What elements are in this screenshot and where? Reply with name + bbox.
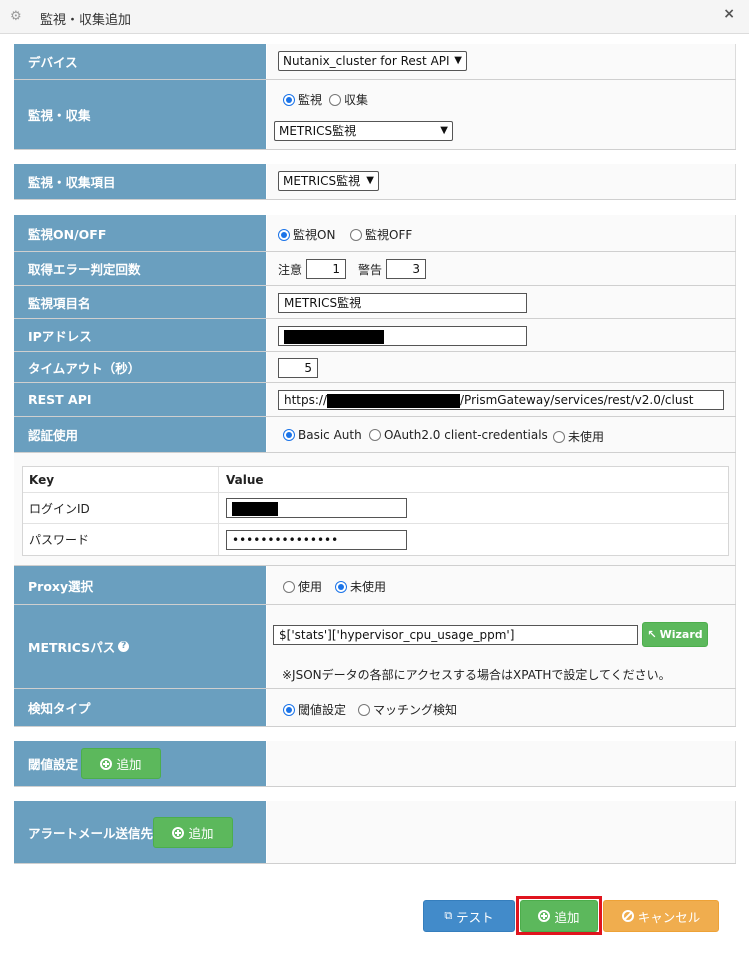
radio-collect-dot[interactable] [329,93,341,106]
dialog-title: 監視・収集追加 [40,13,132,28]
redacted-block [327,393,461,408]
radio-monitor-dot[interactable] [283,93,295,106]
item-select[interactable]: METRICS監視 ▼ [278,171,379,191]
timeout-input[interactable]: 5 [278,358,318,378]
redacted-block [232,501,278,516]
detect-type-row: 検知タイプ 閾値設定 マッチング検知 [14,689,736,727]
onoff-label: 監視ON/OFF [14,215,267,251]
password-input[interactable]: ••••••••••••••• [226,529,407,550]
close-icon[interactable]: × [723,6,735,22]
ban-icon [621,910,634,922]
gear-icon: ⚙ [10,9,22,24]
kv-key-password: パスワード [23,524,219,555]
kv-row-password: パスワード ••••••••••••••• [23,524,728,555]
warning-label: 警告 [358,263,383,277]
caution-label: 注意 [278,263,303,277]
threshold-add-button[interactable]: 追加 [81,748,161,779]
radio-auth-none[interactable]: 未使用 [553,428,604,445]
timeout-label: タイムアウト（秒） [14,352,267,382]
plus-circle-icon [100,757,113,770]
login-id-input[interactable] [226,498,407,518]
item-name-label: 監視項目名 [14,286,267,318]
radio-threshold-dot[interactable] [283,703,295,716]
monitor-collect-label: 監視・収集 [14,80,267,149]
device-select[interactable]: Nutanix_cluster for Rest API ▼ [278,51,467,71]
radio-proxy-use-dot[interactable] [283,580,295,593]
radio-proxy-use[interactable]: 使用 [283,578,322,595]
rest-api-label: REST API [14,383,267,416]
ip-input[interactable] [278,326,527,346]
proxy-label: Proxy選択 [14,566,267,604]
redacted-block [284,329,384,344]
add-button-highlight [516,896,602,935]
device-label: デバイス [14,44,267,79]
kv-header-value: Value [226,472,264,487]
test-button[interactable]: ⧉ テスト [423,900,515,932]
device-row: デバイス Nutanix_cluster for Rest API ▼ [14,44,736,80]
metrics-path-note: ※JSONデータの各部にアクセスする場合はXPATHで設定してください。 [282,668,671,682]
radio-oauth-dot[interactable] [369,429,381,441]
auth-label: 認証使用 [14,417,267,452]
item-label: 監視・収集項目 [14,164,267,199]
monitor-collect-row: 監視・収集 監視 収集 METRICS監視 ▼ [14,80,736,150]
kv-header: Key Value [23,467,728,493]
radio-proxy-nouse-dot[interactable] [335,580,347,593]
alert-add-button[interactable]: 追加 [153,817,233,848]
detect-type-label: 検知タイプ [14,689,267,726]
kv-key-login: ログインID [23,493,219,523]
radio-matching[interactable]: マッチング検知 [358,701,457,718]
auth-kv-table: Key Value ログインID パスワード ••••••••••••••• [22,466,729,556]
radio-oauth[interactable]: OAuth2.0 client-credentials [369,428,548,442]
radio-auth-none-dot[interactable] [553,430,565,443]
radio-basic-auth-dot[interactable] [283,429,295,441]
help-icon[interactable]: ? [118,641,130,652]
plus-circle-icon [172,826,185,839]
kv-header-key: Key [23,467,219,492]
radio-matching-dot[interactable] [358,703,370,716]
alert-mail-row: アラートメール送信先 [14,801,736,864]
caution-input[interactable]: 1 [306,259,346,279]
warning-input[interactable]: 3 [386,259,426,279]
metrics-path-input[interactable]: $['stats']['hypervisor_cpu_usage_ppm'] [273,625,638,645]
radio-monitor-off-dot[interactable] [350,228,362,241]
monitor-type-select[interactable]: METRICS監視 ▼ [274,121,453,141]
cancel-button[interactable]: キャンセル [603,900,719,932]
radio-monitor-off[interactable]: 監視OFF [350,226,412,243]
radio-proxy-nouse[interactable]: 未使用 [335,578,386,595]
wizard-button[interactable]: ↖ Wizard [642,622,708,647]
link-icon: ⧉ [444,909,453,922]
metrics-path-label: METRICSパス? [14,605,267,688]
timeout-row: タイムアウト（秒） 5 [14,352,736,383]
item-name-input[interactable]: METRICS監視 [278,293,527,313]
radio-basic-auth[interactable]: Basic Auth [283,428,362,442]
ip-row: IPアドレス [14,319,736,352]
rest-api-input[interactable]: https:///PrismGateway/services/rest/v2.0… [278,390,724,410]
ip-label: IPアドレス [14,319,267,351]
radio-monitor[interactable]: 監視 [283,91,322,108]
item-row: 監視・収集項目 METRICS監視 ▼ [14,164,736,200]
error-count-label: 取得エラー判定回数 [14,252,267,285]
radio-monitor-on-dot[interactable] [278,228,290,241]
error-count-row: 取得エラー判定回数 注意 1 警告 3 [14,252,736,286]
onoff-row: 監視ON/OFF 監視ON 監視OFF [14,215,736,252]
auth-row: 認証使用 Basic Auth OAuth2.0 client-credenti… [14,417,736,453]
radio-monitor-on[interactable]: 監視ON [278,226,335,243]
radio-collect[interactable]: 収集 [329,91,368,108]
dialog-titlebar: ⚙ 監視・収集追加 × [0,0,749,34]
rest-api-row: REST API https:///PrismGateway/services/… [14,383,736,417]
wand-icon: ↖ [647,628,657,641]
item-name-row: 監視項目名 METRICS監視 [14,286,736,319]
kv-row-login: ログインID [23,493,728,524]
proxy-row: Proxy選択 使用 未使用 [14,566,736,605]
radio-threshold[interactable]: 閾値設定 [283,701,346,718]
